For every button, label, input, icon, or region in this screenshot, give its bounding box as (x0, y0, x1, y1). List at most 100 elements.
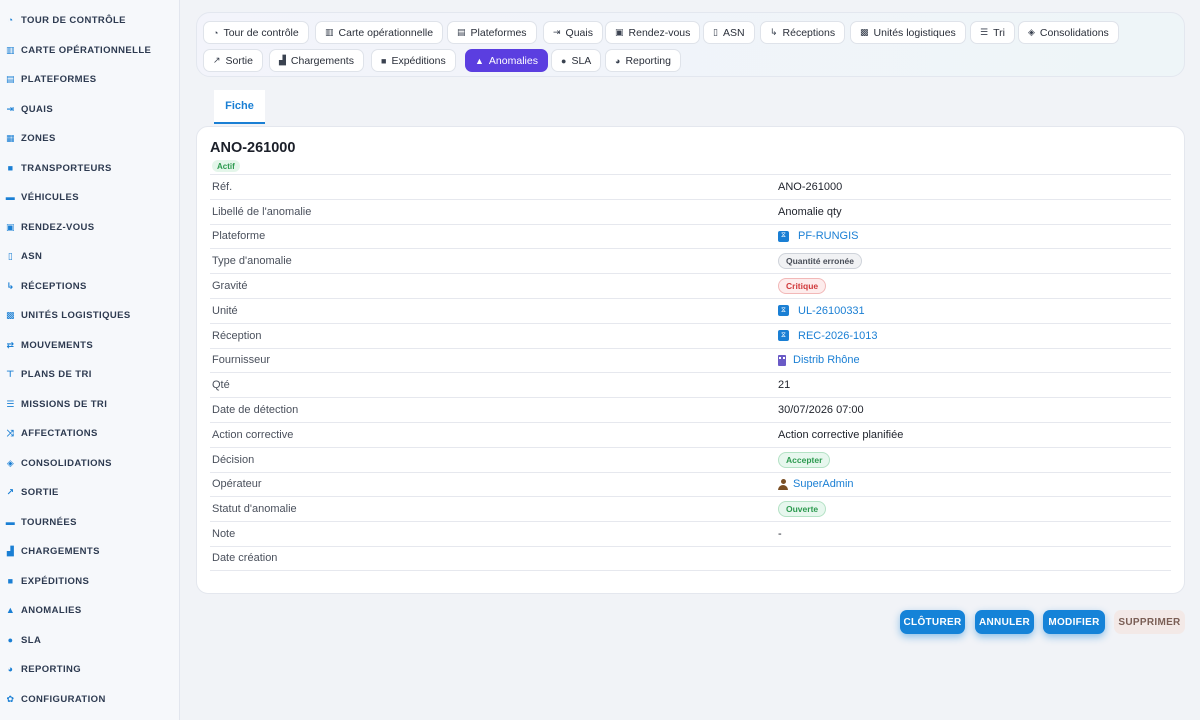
sidebar-item-rendez-vous[interactable]: ▣ RENDEZ-VOUS (6, 217, 95, 237)
operateur-link[interactable]: SuperAdmin (793, 478, 854, 490)
field-value-link[interactable]: Distrib Rhône (778, 354, 860, 366)
field-value: Action corrective planifiée (778, 428, 904, 441)
tab-unites-logistiques[interactable]: ▩ Unités logistiques (850, 21, 966, 44)
unite-link[interactable]: UL-26100331 (798, 305, 865, 317)
tab-chargements[interactable]: ▟ Chargements (269, 49, 364, 72)
field-row-fournisseur: Fournisseur Distrib Rhône (210, 347, 1171, 373)
tab-sortie[interactable]: ↗ Sortie (203, 49, 263, 72)
entity-link-icon: ⧖ (778, 330, 789, 342)
sidebar-item-carte-operationnelle[interactable]: ▥ CARTE OPÉRATIONNELLE (6, 40, 151, 60)
sidebar-item-plans-de-tri[interactable]: ⊤ PLANS DE TRI (6, 364, 92, 384)
tab-quais[interactable]: ⇥ Quais (543, 21, 603, 44)
tab-anomalies[interactable]: ▲ Anomalies (465, 49, 548, 72)
file-icon: ▯ (713, 27, 718, 37)
modifier-button[interactable]: MODIFIER (1043, 610, 1105, 634)
sidebar-item-label: REPORTING (21, 663, 82, 675)
field-value-link[interactable]: ⧖ UL-26100331 (778, 305, 865, 317)
page-title: ANO-261000 (210, 140, 296, 156)
tab-plateformes[interactable]: ▤ Plateformes (447, 21, 537, 44)
sidebar-item-unites-logistiques[interactable]: ▩ UNITÉS LOGISTIQUES (6, 305, 131, 325)
tab-tri[interactable]: ☰ Tri (970, 21, 1015, 44)
sidebar-item-label: UNITÉS LOGISTIQUES (21, 309, 131, 321)
field-row-reception: Réception ⧖ REC-2026-1013 (210, 322, 1171, 348)
fournisseur-link[interactable]: Distrib Rhône (793, 354, 860, 366)
sidebar-item-asn[interactable]: ▯ ASN (6, 246, 42, 266)
sidebar-item-sortie[interactable]: ↗ SORTIE (6, 482, 59, 502)
tab-label: Tri (993, 26, 1005, 39)
tab-expeditions[interactable]: ■ Expéditions (371, 49, 456, 72)
sidebar-item-reporting[interactable]: ◕ REPORTING (6, 659, 81, 679)
sidebar-item-label: SORTIE (21, 486, 59, 498)
field-row-type: Type d'anomalie Quantité erronée (210, 248, 1171, 273)
supprimer-button[interactable]: SUPPRIMER (1114, 610, 1185, 634)
tab-sla[interactable]: ● SLA (551, 49, 602, 72)
field-label: Opérateur (212, 478, 262, 491)
tab-label: Rendez-vous (628, 26, 691, 39)
field-row-unite: Unité ⧖ UL-26100331 (210, 297, 1171, 323)
field-value-link[interactable]: ⧖ PF-RUNGIS (778, 230, 859, 242)
warning-icon: ▲ (5, 605, 16, 615)
tab-fiche[interactable]: Fiche (214, 90, 265, 124)
tab-receptions[interactable]: ↳ Réceptions (760, 21, 846, 44)
tab-label: ASN (722, 26, 745, 39)
tab-label: Sortie (225, 54, 253, 67)
sidebar-item-quais[interactable]: ⇥ QUAIS (6, 99, 53, 119)
field-row-qte: Qté 21 (210, 372, 1171, 397)
sidebar-item-expeditions[interactable]: ■ EXPÉDITIONS (6, 571, 89, 591)
reception-link[interactable]: REC-2026-1013 (798, 330, 878, 342)
tab-consolidations[interactable]: ◈ Consolidations (1018, 21, 1119, 44)
sidebar-item-zones[interactable]: ▦ ZONES (6, 128, 56, 148)
sidebar-item-anomalies[interactable]: ▲ ANOMALIES (6, 600, 82, 620)
sidebar-item-configuration[interactable]: ✿ CONFIGURATION (6, 689, 106, 709)
sidebar-item-plateformes[interactable]: ▤ PLATEFORMES (6, 69, 96, 89)
sidebar-item-missions-de-tri[interactable]: ☰ MISSIONS DE TRI (6, 394, 107, 414)
field-label: Réception (212, 329, 262, 342)
calendar-icon: ▣ (615, 27, 624, 37)
sidebar-item-label: MOUVEMENTS (21, 339, 94, 351)
arrows-icon: ⇄ (6, 339, 15, 350)
sidebar-item-label: EXPÉDITIONS (21, 575, 90, 587)
tab-reporting[interactable]: ◕ Reporting (605, 49, 681, 72)
shuffle-icon: ⤨ (6, 427, 15, 438)
sidebar-item-tour-de-controle[interactable]: ◔ TOUR DE CONTRÔLE (6, 10, 126, 30)
tab-label: Unités logistiques (873, 26, 956, 39)
sidebar-item-chargements[interactable]: ▟ CHARGEMENTS (6, 541, 100, 561)
tab-label: Anomalies (488, 54, 538, 67)
sidebar-item-vehicules[interactable]: ▬ VÉHICULES (6, 187, 79, 207)
sidebar-item-tournees[interactable]: ▬ TOURNÉES (6, 512, 77, 532)
dolly-icon: ↳ (770, 27, 778, 37)
sidebar-item-mouvements[interactable]: ⇄ MOUVEMENTS (6, 335, 93, 355)
user-icon (778, 478, 788, 490)
sidebar-item-label: ANOMALIES (21, 604, 82, 616)
plateforme-link[interactable]: PF-RUNGIS (798, 230, 859, 242)
field-label: Libellé de l'anomalie (212, 205, 312, 218)
sidebar-item-receptions[interactable]: ↳ RÉCEPTIONS (6, 276, 87, 296)
warning-icon: ▲ (475, 55, 484, 66)
tab-rendez-vous[interactable]: ▣ Rendez-vous (605, 21, 701, 44)
stopwatch-icon: ● (7, 635, 14, 645)
field-value: 21 (778, 379, 791, 392)
sidebar: ◔ TOUR DE CONTRÔLE ▥ CARTE OPÉRATIONNELLE … (0, 0, 180, 720)
calendar-icon: ▣ (6, 221, 15, 232)
list-icon: ☰ (980, 27, 989, 37)
tab-carte-operationnelle[interactable]: ▥ Carte opérationnelle (315, 21, 444, 44)
sidebar-item-label: AFFECTATIONS (21, 427, 98, 439)
sidebar-item-label: PLANS DE TRI (21, 368, 92, 380)
field-label: Gravité (212, 280, 248, 293)
sidebar-item-consolidations[interactable]: ◈ CONSOLIDATIONS (6, 453, 112, 473)
sidebar-item-affectations[interactable]: ⤨ AFFECTATIONS (6, 423, 98, 443)
tab-asn[interactable]: ▯ ASN (703, 21, 755, 44)
field-row-plateforme: Plateforme ⧖ PF-RUNGIS (210, 223, 1171, 249)
field-value: Anomalie qty (778, 205, 842, 218)
sidebar-item-transporteurs[interactable]: ■ TRANSPORTEURS (6, 158, 112, 178)
sidebar-item-label: CHARGEMENTS (21, 545, 100, 557)
tab-label: Carte opérationnelle (338, 26, 434, 39)
tab-label: Reporting (625, 54, 671, 67)
cloturer-button[interactable]: CLÔTURER (900, 610, 965, 634)
field-label: Décision (212, 453, 255, 466)
sidebar-item-sla[interactable]: ● SLA (6, 630, 41, 650)
field-value-link[interactable]: SuperAdmin (778, 478, 854, 490)
tab-tour-de-controle[interactable]: ◔ Tour de contrôle (203, 21, 309, 44)
annuler-button[interactable]: ANNULER (975, 610, 1034, 634)
field-value-link[interactable]: ⧖ REC-2026-1013 (778, 330, 878, 342)
